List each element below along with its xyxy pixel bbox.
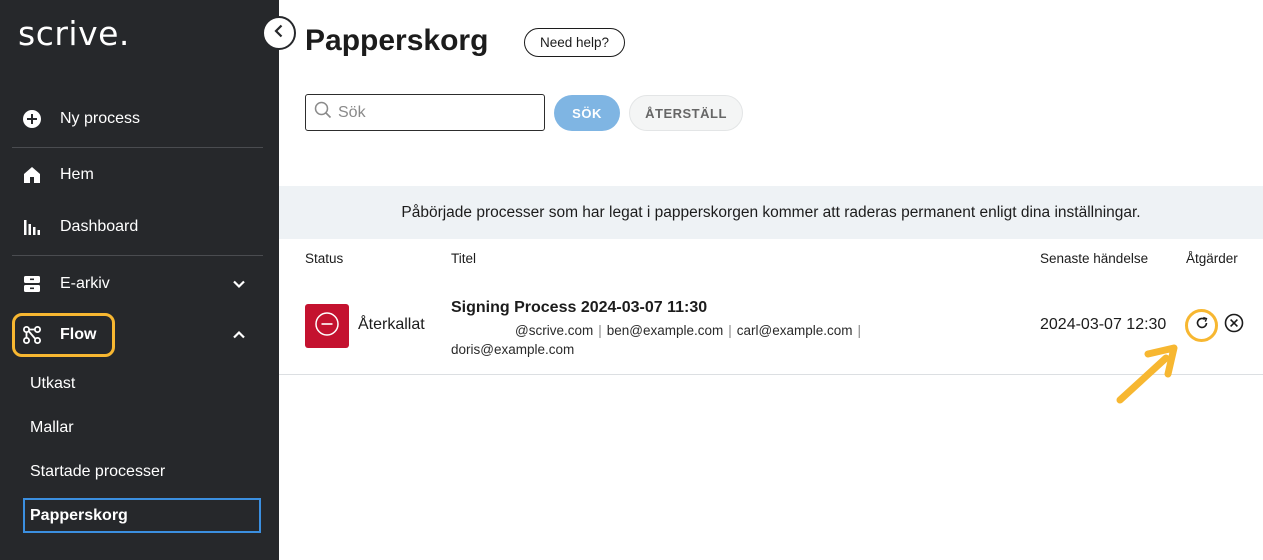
party-separator: | [728, 323, 732, 338]
cancelled-icon [314, 311, 340, 342]
new-process-label: Ny process [60, 110, 141, 127]
dashboard-icon [20, 215, 44, 239]
sidebar-subitem-papperskorg[interactable]: Papperskorg [23, 498, 261, 533]
chevron-up-icon [231, 327, 247, 343]
delete-permanently-button[interactable] [1223, 313, 1244, 338]
party-separator: | [598, 323, 602, 338]
sidebar-item-label: E-arkiv [60, 275, 110, 292]
home-icon [20, 163, 44, 187]
sidebar-divider [12, 255, 263, 256]
reset-button[interactable]: ÅTERSTÄLL [629, 95, 743, 131]
search-button[interactable]: SÖK [554, 95, 620, 131]
sidebar: scrive. Ny process Hem Dashboard E-arkiv [0, 0, 279, 560]
new-process-button[interactable]: Ny process [12, 99, 263, 139]
sidebar-item-hem[interactable]: Hem [12, 155, 263, 195]
collapse-sidebar-button[interactable] [262, 16, 296, 50]
search-icon [314, 101, 332, 124]
column-header-actions: Åtgärder [1186, 251, 1238, 266]
party-email: carl@example.com [736, 323, 853, 338]
restore-icon [1195, 316, 1209, 335]
sidebar-subitem-utkast[interactable]: Utkast [30, 375, 75, 393]
process-title[interactable]: Signing Process 2024-03-07 11:30 [451, 299, 707, 317]
status-label: Återkallat [358, 316, 425, 333]
search-input[interactable] [338, 103, 528, 122]
chevron-down-icon [231, 276, 247, 292]
plus-circle-icon [20, 107, 44, 131]
party-list: @scrive.com | ben@example.com | carl@example… [451, 321, 921, 359]
sidebar-item-e-arkiv[interactable]: E-arkiv [12, 264, 263, 304]
need-help-button[interactable]: Need help? [524, 28, 625, 57]
chevron-left-icon [271, 23, 287, 44]
party-separator: | [857, 323, 862, 338]
trash-info-banner: Påbörjade processer som har legat i papp… [279, 186, 1263, 239]
scrive-logo[interactable]: scrive. [18, 14, 130, 53]
sidebar-subitem-startade-processer[interactable]: Startade processer [30, 463, 165, 481]
column-header-title[interactable]: Titel [451, 251, 476, 266]
column-header-last-event[interactable]: Senaste händelse [1040, 251, 1148, 266]
close-circle-icon [1224, 313, 1244, 338]
sidebar-item-dashboard[interactable]: Dashboard [12, 207, 263, 247]
search-field[interactable] [305, 94, 545, 131]
archive-icon [20, 272, 44, 296]
party-email: doris@example.com [451, 342, 575, 357]
column-header-status[interactable]: Status [305, 251, 343, 266]
annotation-arrow-icon [1112, 344, 1182, 406]
trash-info-text: Påbörjade processer som har legat i papp… [401, 203, 1141, 221]
sidebar-divider [12, 147, 263, 148]
sidebar-item-label: Dashboard [60, 218, 139, 235]
last-event-date: 2024-03-07 12:30 [1040, 316, 1167, 333]
flow-highlight-annotation [12, 313, 115, 357]
restore-button[interactable] [1185, 309, 1218, 342]
status-badge [305, 304, 349, 348]
sidebar-subitem-mallar[interactable]: Mallar [30, 419, 74, 437]
party-email: @scrive.com [515, 323, 594, 338]
page-title: Papperskorg [305, 24, 489, 57]
party-email: ben@example.com [606, 323, 724, 338]
sidebar-item-label: Hem [60, 166, 94, 183]
